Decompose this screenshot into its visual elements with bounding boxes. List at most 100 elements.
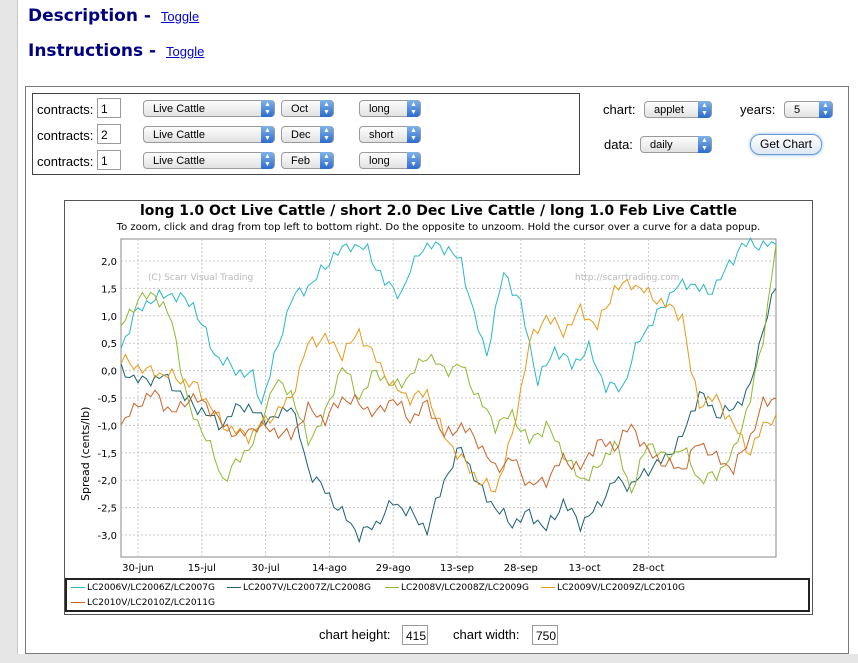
- bottom-border: [0, 654, 858, 663]
- get-chart-button[interactable]: Get Chart: [750, 134, 822, 155]
- commodity-select[interactable]: Live Cattle ▲ ▼: [143, 126, 275, 143]
- data-label: data:: [604, 137, 633, 152]
- watermark-right: http://scarrtrading.com: [575, 273, 679, 283]
- chart-width-input[interactable]: 750: [532, 625, 558, 645]
- x-tick-label: 14-ago: [312, 563, 347, 574]
- commodity-value: Live Cattle: [153, 129, 205, 141]
- chart-height-input[interactable]: 415: [402, 625, 428, 645]
- legend-item-1: LC2006V/LC2006Z/LC2007G: [71, 583, 215, 593]
- chart-type-value: applet: [654, 104, 684, 116]
- commodity-select[interactable]: Live Cattle ▲ ▼: [143, 100, 275, 117]
- y-tick-label: 0,5: [101, 339, 117, 350]
- y-tick-label: -0,5: [97, 394, 117, 405]
- legend-swatch: [71, 602, 85, 603]
- updown-arrows-icon: ▲ ▼: [407, 100, 420, 117]
- month-select[interactable]: Dec ▲ ▼: [281, 126, 334, 143]
- month-value: Feb: [291, 155, 310, 167]
- instructions-title: Instructions -: [28, 41, 157, 61]
- legend-swatch: [385, 587, 399, 588]
- position-value: short: [369, 129, 394, 141]
- contract-qty-input[interactable]: 2: [97, 124, 121, 144]
- chart-height-label: chart height:: [319, 627, 391, 642]
- legend-item-5: LC2010V/LC2010Z/LC2011G: [71, 598, 215, 608]
- updown-arrows-icon: ▲ ▼: [320, 126, 333, 143]
- chart-panel: contracts: 1 Live Cattle ▲ ▼ Oct ▲ ▼ long ▲ ▼ …: [25, 86, 849, 654]
- description-heading: Description - Toggle: [28, 6, 199, 26]
- chart-width-label: chart width:: [453, 627, 520, 642]
- watermark-left: (C) Scarr Visual Trading: [148, 273, 253, 283]
- position-value: long: [369, 155, 390, 167]
- y-tick-label: 1,5: [101, 284, 117, 295]
- x-tick-label: 30-jul: [251, 563, 279, 574]
- x-tick-label: 13-sep: [440, 563, 474, 574]
- legend-swatch: [71, 587, 85, 588]
- contracts-label: contracts:: [37, 154, 94, 169]
- y-tick-label: -3,0: [97, 531, 117, 542]
- legend-label: LC2007V/LC2007Z/LC2008G: [243, 583, 371, 593]
- y-tick-label: 2,0: [101, 257, 117, 268]
- updown-arrows-icon: ▲ ▼: [261, 152, 274, 169]
- legend-label: LC2009V/LC2009Z/LC2010G: [557, 583, 685, 593]
- month-value: Oct: [291, 103, 309, 115]
- y-axis-label: Spread (cents/lb): [79, 407, 92, 501]
- y-tick-label: -1,5: [97, 449, 117, 460]
- month-value: Dec: [291, 129, 311, 141]
- updown-arrows-icon: ▲ ▼: [320, 152, 333, 169]
- x-tick-label: 30-jun: [122, 563, 154, 574]
- legend: LC2006V/LC2006Z/LC2007G LC2007V/LC2007Z/…: [65, 578, 810, 612]
- legend-item-3: LC2008V/LC2008Z/LC2009G: [385, 583, 529, 593]
- contracts-label: contracts:: [37, 128, 94, 143]
- updown-arrows-icon: ▲ ▼: [407, 126, 420, 143]
- legend-label: LC2006V/LC2006Z/LC2007G: [87, 583, 215, 593]
- position-select[interactable]: long ▲ ▼: [359, 152, 421, 169]
- updown-arrows-icon: ▲ ▼: [407, 152, 420, 169]
- years-value: 5: [794, 104, 801, 116]
- legend-item-4: LC2009V/LC2009Z/LC2010G: [541, 583, 685, 593]
- x-tick-label: 15-jul: [188, 563, 216, 574]
- legend-label: LC2010V/LC2010Z/LC2011G: [87, 598, 215, 608]
- y-tick-label: 1,0: [101, 312, 117, 323]
- x-tick-label: 29-ago: [376, 563, 411, 574]
- chart[interactable]: long 1.0 Oct Live Cattle / short 2.0 Dec…: [64, 200, 813, 615]
- updown-arrows-icon: ▲ ▼: [698, 101, 711, 118]
- updown-arrows-icon: ▲ ▼: [320, 100, 333, 117]
- legend-swatch: [541, 587, 555, 588]
- updown-arrows-icon: ▲ ▼: [819, 101, 832, 118]
- left-border: [0, 0, 18, 663]
- month-select[interactable]: Oct ▲ ▼: [281, 100, 334, 117]
- position-select[interactable]: long ▲ ▼: [359, 100, 421, 117]
- position-value: long: [369, 103, 390, 115]
- years-select[interactable]: 5 ▲ ▼: [784, 101, 833, 118]
- contract-qty-input[interactable]: 1: [97, 150, 121, 170]
- commodity-value: Live Cattle: [153, 103, 205, 115]
- contracts-label: contracts:: [37, 102, 94, 117]
- data-value: daily: [650, 139, 673, 151]
- x-tick-label: 28-oct: [632, 563, 664, 574]
- description-title: Description -: [28, 6, 151, 26]
- legend-item-2: LC2007V/LC2007Z/LC2008G: [227, 583, 371, 593]
- contracts-box: contracts: 1 Live Cattle ▲ ▼ Oct ▲ ▼ long ▲ ▼ …: [32, 93, 580, 175]
- x-tick-label: 28-sep: [504, 563, 538, 574]
- years-label: years:: [740, 102, 776, 117]
- instructions-heading: Instructions - Toggle: [28, 41, 204, 61]
- description-toggle-link[interactable]: Toggle: [161, 9, 199, 24]
- position-select[interactable]: short ▲ ▼: [359, 126, 421, 143]
- plot-area[interactable]: 2,01,51,00,50,0-0,5-1,0-1,5-2,0-2,5-3,0 …: [65, 201, 810, 577]
- month-select[interactable]: Feb ▲ ▼: [281, 152, 334, 169]
- y-tick-label: 0,0: [101, 367, 117, 378]
- chart-type-select[interactable]: applet ▲ ▼: [644, 101, 712, 118]
- legend-label: LC2008V/LC2008Z/LC2009G: [401, 583, 529, 593]
- chart-type-label: chart:: [603, 102, 636, 117]
- updown-arrows-icon: ▲ ▼: [698, 136, 711, 153]
- contract-qty-input[interactable]: 1: [97, 98, 121, 118]
- y-tick-label: -2,0: [97, 476, 117, 487]
- legend-swatch: [227, 587, 241, 588]
- updown-arrows-icon: ▲ ▼: [261, 100, 274, 117]
- y-tick-label: -2,5: [97, 504, 117, 515]
- y-tick-label: -1,0: [97, 421, 117, 432]
- instructions-toggle-link[interactable]: Toggle: [166, 44, 204, 59]
- x-tick-label: 13-oct: [569, 563, 601, 574]
- commodity-select[interactable]: Live Cattle ▲ ▼: [143, 152, 275, 169]
- data-select[interactable]: daily ▲ ▼: [640, 136, 712, 153]
- commodity-value: Live Cattle: [153, 155, 205, 167]
